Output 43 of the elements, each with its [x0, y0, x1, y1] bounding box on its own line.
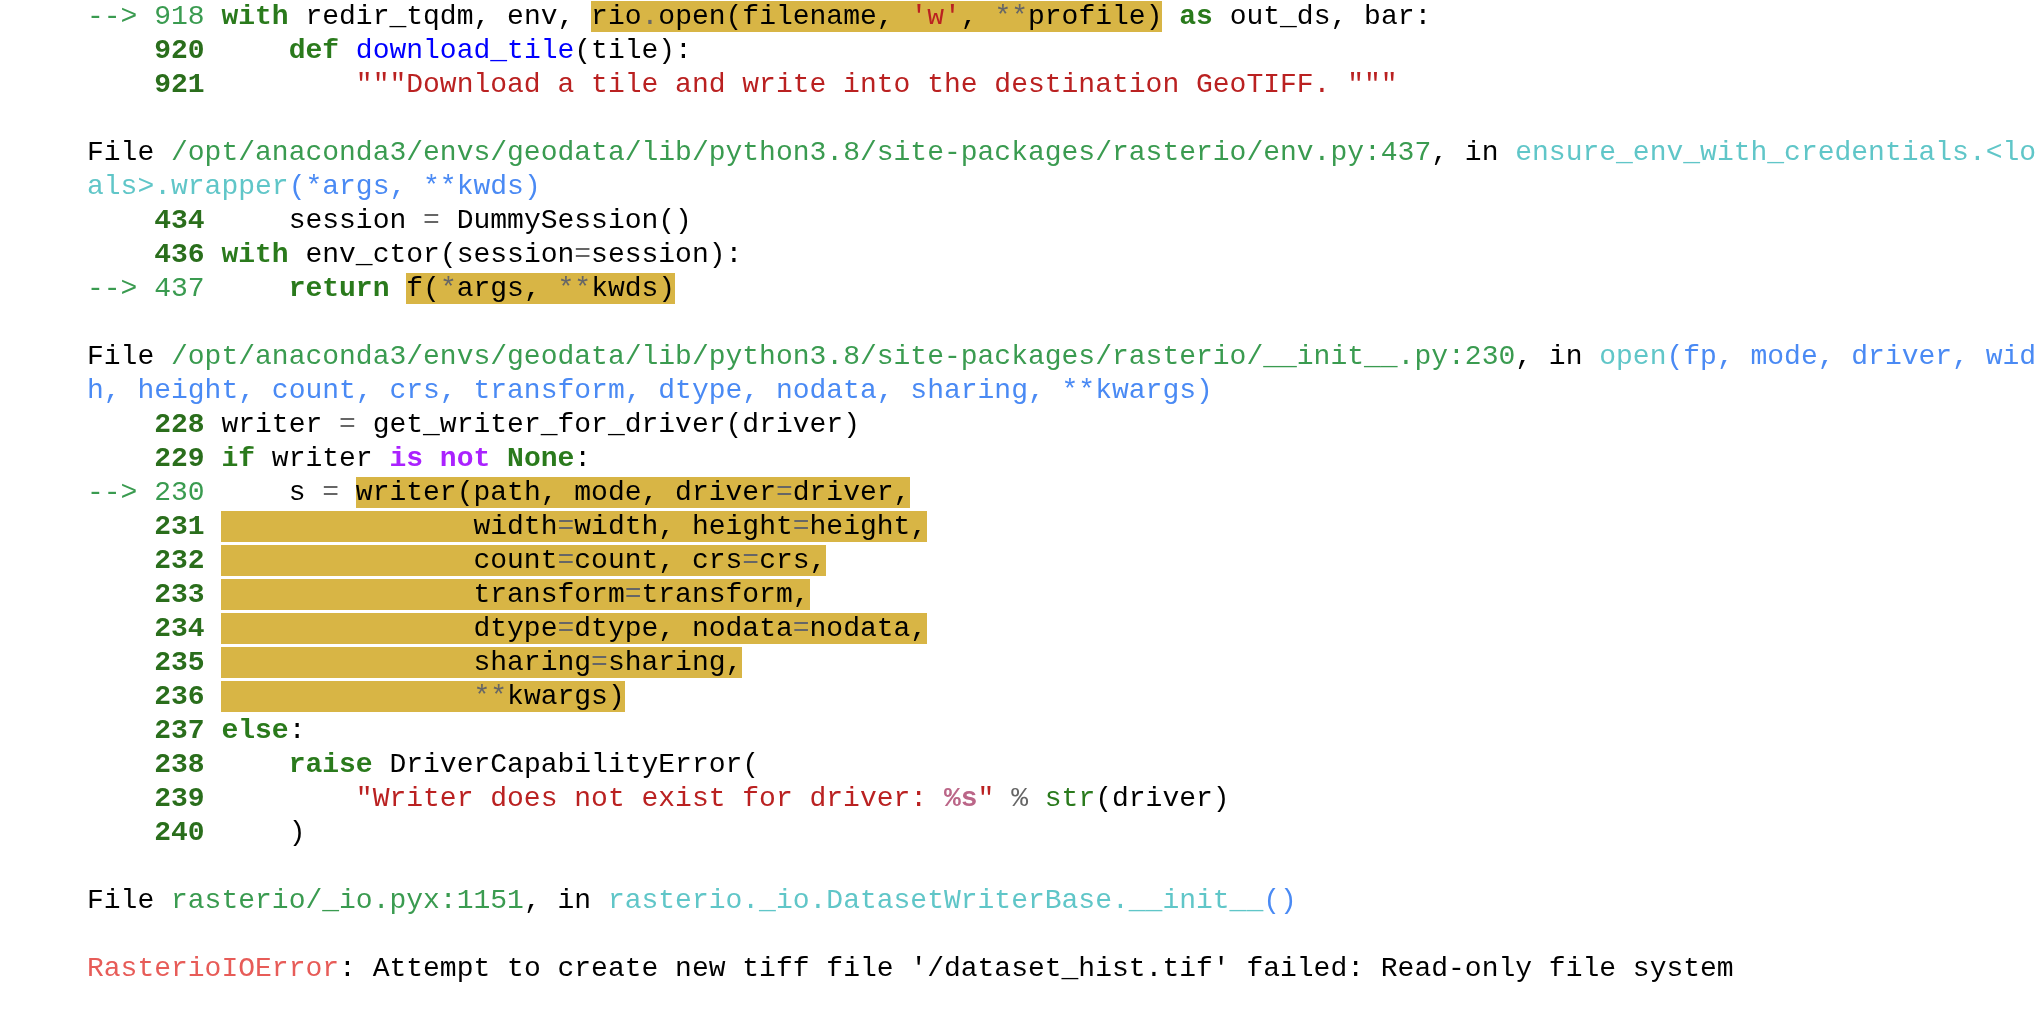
code-line: with redir_tqdm, env, rio.open(filename, 'w', **profile) as out_ds, bar: [221, 0, 1432, 34]
line-number: 434 [153, 204, 206, 238]
line-number: --> 437 [87, 272, 206, 306]
line-number: 237 [153, 714, 206, 748]
line-number: 920 [153, 34, 206, 68]
code-line: transform=transform, [221, 578, 810, 612]
traceback-file-line: als>.wrapper(*args, **kwds) [87, 171, 541, 202]
line-number: 921 [153, 68, 206, 102]
code-line: session = DummySession() [287, 204, 692, 238]
line-number: 232 [153, 544, 206, 578]
line-number: 228 [153, 408, 206, 442]
code-line: with env_ctor(session=session): [221, 238, 743, 272]
code-line: ) [287, 816, 306, 850]
line-number: --> 230 [87, 476, 206, 510]
code-line: def download_tile(tile): [287, 34, 692, 68]
code-line: count=count, crs=crs, [221, 544, 827, 578]
traceback-file-line: h, height, count, crs, transform, dtype, nodata, sharing, **kwargs) [87, 375, 1213, 406]
traceback-file-line: File /opt/anaconda3/envs/geodata/lib/python3.8/site-packages/rasterio/__init__.py:230, in open(fp, mode, driver, wid [87, 341, 2037, 372]
code-line: "Writer does not exist for driver: %s" % str(driver) [354, 782, 1230, 816]
code-line: if writer is not None: [221, 442, 592, 476]
line-number: 240 [153, 816, 206, 850]
line-number: 235 [153, 646, 206, 680]
line-number: 231 [153, 510, 206, 544]
code-line: width=width, height=height, [221, 510, 928, 544]
code-line: else: [221, 714, 306, 748]
code-line: dtype=dtype, nodata=nodata, [221, 612, 928, 646]
line-number: 238 [153, 748, 206, 782]
line-number: 229 [153, 442, 206, 476]
code-line: raise DriverCapabilityError( [287, 748, 760, 782]
traceback-file-line: File rasterio/_io.pyx:1151, in rasterio._io.DatasetWriterBase.__init__() [87, 885, 1297, 916]
line-number: 436 [153, 238, 206, 272]
code-line: sharing=sharing, [221, 646, 743, 680]
code-line: """Download a tile and write into the destination GeoTIFF. """ [354, 68, 1398, 102]
line-number: 234 [153, 612, 206, 646]
traceback-file-line: File /opt/anaconda3/envs/geodata/lib/python3.8/site-packages/rasterio/env.py:437, in ensure_env_with_credentials.<lo [87, 137, 2037, 168]
code-line: **kwargs) [221, 680, 625, 714]
line-number: 236 [153, 680, 206, 714]
code-line: writer = get_writer_for_driver(driver) [221, 408, 860, 442]
line-number: --> 918 [87, 0, 206, 34]
code-line: return f(*args, **kwds) [287, 272, 676, 306]
line-number: 233 [153, 578, 206, 612]
error-message: RasterioIOError: Attempt to create new tiff file '/dataset_hist.tif' failed: Read-only file system [87, 953, 1734, 984]
line-number: 239 [153, 782, 206, 816]
